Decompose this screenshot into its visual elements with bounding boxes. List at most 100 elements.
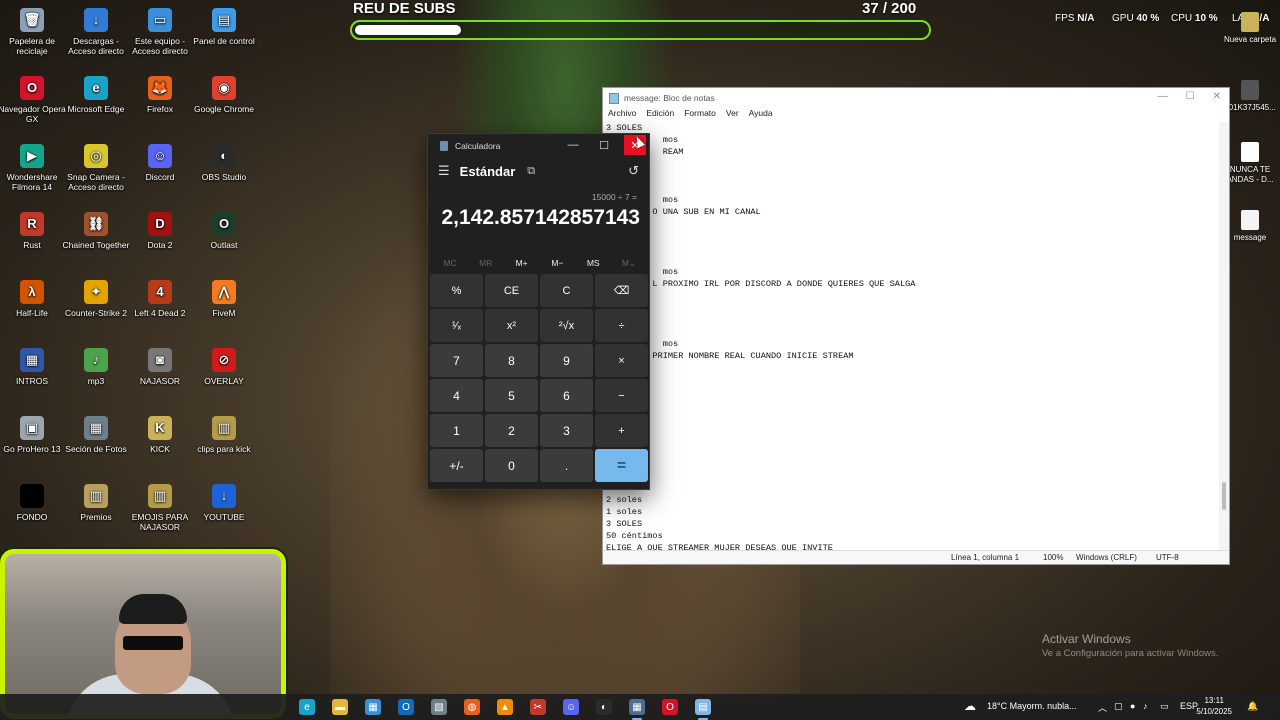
menu-edicion[interactable]: Edición (646, 108, 674, 122)
opera-gx-icon[interactable]: O (662, 699, 678, 715)
digit-9-key[interactable]: 9 (540, 344, 593, 377)
memory-button[interactable]: MS (577, 258, 609, 269)
multiply-key[interactable]: × (595, 344, 648, 377)
digit-6-key[interactable]: 6 (540, 379, 593, 412)
digit-8-key[interactable]: 8 (485, 344, 538, 377)
desktop-icon[interactable]: ▥ Premios (60, 484, 132, 522)
memory-button[interactable]: MR (470, 258, 502, 269)
weather-text[interactable]: 18°C Mayorm. nubla... (987, 701, 1077, 711)
divide-key[interactable]: ÷ (595, 309, 648, 342)
desktop-icon[interactable]: ⋀ FiveM (188, 280, 260, 318)
tray-chevron-icon[interactable]: ︿ (1098, 701, 1107, 714)
desktop-icon[interactable]: 🦊 Firefox (124, 76, 196, 114)
desktop-icon[interactable]: O Outlast (188, 212, 260, 250)
scrollbar-thumb[interactable] (1222, 482, 1226, 510)
memory-button[interactable]: M+ (506, 258, 538, 269)
desktop-icon[interactable]: ☺ Discord (124, 144, 196, 182)
digit-3-key[interactable]: 3 (540, 414, 593, 447)
notepad-text-area[interactable]: 3 SOLES mos REAM mos O UNA SUB EN MI CAN… (606, 122, 1221, 552)
menu-ver[interactable]: Ver (726, 108, 739, 122)
network-tray-icon[interactable]: ▭ (1160, 701, 1169, 712)
desktop-icon[interactable]: ⊘ OVERLAY (188, 348, 260, 386)
square-root-key[interactable]: ²√x (540, 309, 593, 342)
desktop-icon[interactable]: e Microsoft Edge (60, 76, 132, 114)
digit-5-key[interactable]: 5 (485, 379, 538, 412)
desktop-icon[interactable]: ✦ Counter-Strike 2 (60, 280, 132, 318)
digit-2-key[interactable]: 2 (485, 414, 538, 447)
desktop-icon[interactable]: O Navegador Opera GX (0, 76, 68, 124)
digit-0-key[interactable]: 0 (485, 449, 538, 482)
percent-key[interactable]: % (430, 274, 483, 307)
notepad-scrollbar[interactable] (1219, 122, 1229, 552)
snip-icon[interactable]: ✂ (530, 699, 546, 715)
clear-key[interactable]: C (540, 274, 593, 307)
desktop-icon[interactable]: ♪ mp3 (60, 348, 132, 386)
desktop-icon[interactable]: ▣ Go ProHero 13 (0, 416, 68, 454)
desktop-icon[interactable]: ⛓ Chained Together (60, 212, 132, 250)
plus-key[interactable]: + (595, 414, 648, 447)
mic-tray-icon[interactable]: ● (1130, 701, 1135, 711)
digit-7-key[interactable]: 7 (430, 344, 483, 377)
desktop-icon[interactable]: ▤ Panel de control (188, 8, 260, 46)
equals-key[interactable]: = (595, 449, 648, 482)
memory-button[interactable]: MC (434, 258, 466, 269)
desktop-icon[interactable]: ↓ Descargas - Acceso directo (60, 8, 132, 56)
desktop-icon[interactable]: K KICK (124, 416, 196, 454)
keep-on-top-icon[interactable]: ⧉ (527, 165, 535, 178)
hamburger-menu-icon[interactable]: ☰ (438, 163, 450, 179)
weather-icon[interactable]: ☁ (964, 699, 976, 713)
memory-button[interactable]: M− (541, 258, 573, 269)
desktop-icon[interactable]: 🗑 Papelera de reciclaje (0, 8, 68, 56)
close-button[interactable]: ✕ (1213, 91, 1221, 102)
clear-entry-key[interactable]: CE (485, 274, 538, 307)
digit-4-key[interactable]: 4 (430, 379, 483, 412)
desktop-icon[interactable]: FONDO (0, 484, 68, 522)
desktop-icon[interactable]: ▥ EMOJIS PARA NAJASOR (124, 484, 196, 532)
discord-icon[interactable]: ☺ (563, 699, 579, 715)
menu-ayuda[interactable]: Ayuda (749, 108, 773, 122)
desktop-icon[interactable]: ◙ NAJASOR (124, 348, 196, 386)
clock[interactable]: 13:11 5/10/2025 (1196, 695, 1232, 717)
reciprocal-key[interactable]: ¹⁄ₓ (430, 309, 483, 342)
vlc-icon[interactable]: ▲ (497, 699, 513, 715)
notepad-icon[interactable]: ▤ (695, 699, 711, 720)
square-key[interactable]: x² (485, 309, 538, 342)
negate-key[interactable]: +/- (430, 449, 483, 482)
edge-icon[interactable]: e (299, 699, 315, 715)
backspace-key[interactable]: ⌫ (595, 274, 648, 307)
desktop-icon[interactable]: R Rust (0, 212, 68, 250)
decimal-key[interactable]: . (540, 449, 593, 482)
desktop-icon[interactable]: λ Half-Life (0, 280, 68, 318)
calculator-icon[interactable]: ▦ (629, 699, 645, 720)
calculator-titlebar[interactable]: Calculadora (440, 141, 500, 151)
minimize-button[interactable]: — (558, 134, 588, 156)
desktop-icon-nueva-carpeta[interactable]: Nueva carpeta (1220, 12, 1280, 45)
camera-tray-icon[interactable]: ▢ (1114, 701, 1123, 712)
memory-button[interactable]: M⌄ (613, 258, 645, 269)
maximize-button[interactable]: ☐ (589, 134, 619, 156)
menu-archivo[interactable]: Archivo (608, 108, 636, 122)
desktop-icon[interactable]: ▦ INTROS (0, 348, 68, 386)
firefox-icon[interactable]: ◍ (464, 699, 480, 715)
history-icon[interactable]: ↺ (628, 163, 639, 179)
file-explorer-icon[interactable]: ▬ (332, 699, 348, 715)
desktop-icon[interactable]: ↓ YOUTUBE (188, 484, 260, 522)
photos-icon[interactable]: ▧ (431, 699, 447, 715)
desktop-icon[interactable]: ▶ Wondershare Filmora 14 (0, 144, 68, 192)
outlook-icon[interactable]: O (398, 699, 414, 715)
digit-1-key[interactable]: 1 (430, 414, 483, 447)
desktop-icon[interactable]: ◉ Google Chrome (188, 76, 260, 114)
desktop-icon[interactable]: ◎ Snap Camera - Acceso directo (60, 144, 132, 192)
maximize-button[interactable]: ☐ (1186, 91, 1195, 102)
desktop-icon[interactable]: ▥ clips para kick (188, 416, 260, 454)
desktop-icon[interactable]: ◐ OBS Studio (188, 144, 260, 182)
obs-icon[interactable]: ◐ (596, 699, 612, 715)
desktop-icon[interactable]: 4 Left 4 Dead 2 (124, 280, 196, 318)
desktop-icon[interactable]: D Dota 2 (124, 212, 196, 250)
minimize-button[interactable]: — (1158, 91, 1168, 102)
store-icon[interactable]: ▦ (365, 699, 381, 715)
volume-tray-icon[interactable]: ♪ (1143, 701, 1148, 711)
desktop-icon[interactable]: ▭ Este equipo - Acceso directo (124, 8, 196, 56)
language-indicator[interactable]: ESP (1180, 701, 1198, 711)
menu-formato[interactable]: Formato (684, 108, 716, 122)
